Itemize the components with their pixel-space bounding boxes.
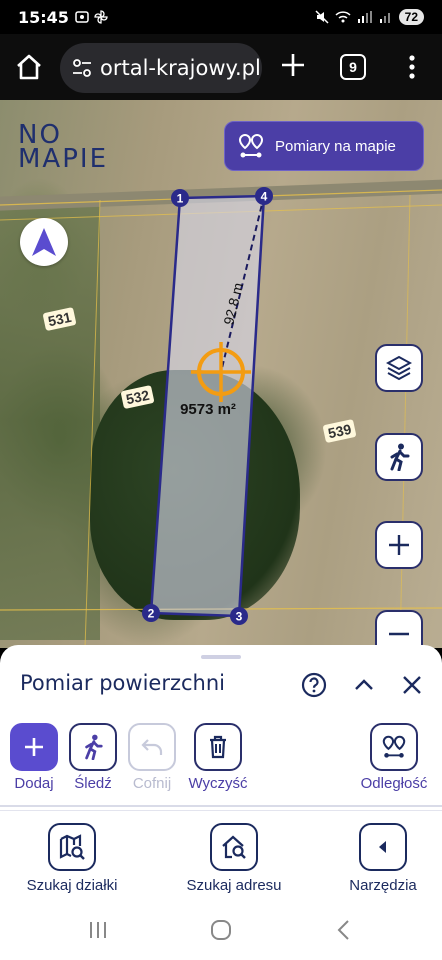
undo-button[interactable]: Cofnij <box>120 723 184 792</box>
vertex-4-label: 4 <box>261 190 268 204</box>
add-point-box[interactable] <box>10 723 58 771</box>
pinwheel-icon <box>94 10 108 24</box>
plus-icon <box>282 54 304 76</box>
measurements-button-label: Pomiary na mapie <box>275 137 396 155</box>
nav-search-address-box[interactable] <box>210 823 258 871</box>
help-icon <box>301 672 327 698</box>
nav-search-plot-box[interactable] <box>48 823 96 871</box>
collapse-button[interactable] <box>350 671 378 699</box>
vertex-1[interactable]: 1 <box>171 189 189 207</box>
nav-search-address[interactable]: Szukaj adresu <box>178 823 290 894</box>
triangle-left-icon <box>379 841 386 853</box>
distance-button[interactable]: Odległość <box>354 723 434 792</box>
nav-tools-box[interactable] <box>359 823 407 871</box>
app-logo: NO MAPIE <box>18 120 108 174</box>
address-bar[interactable]: ortal-krajowy.pl <box>60 43 262 93</box>
close-icon <box>403 676 421 694</box>
circle-home-icon <box>211 920 231 940</box>
chevron-up-icon <box>355 679 373 690</box>
bottom-navigation: Szukaj działki Szukaj adresu Narzędzia <box>0 810 442 900</box>
route-pins-icon <box>238 133 264 158</box>
help-button[interactable] <box>300 671 328 699</box>
logo-line-2: MAPIE <box>18 144 108 174</box>
add-point-button[interactable]: Dodaj <box>2 723 66 792</box>
undo-icon <box>141 739 163 755</box>
system-home-button[interactable] <box>209 918 233 942</box>
measurements-button[interactable]: Pomiary na mapie <box>224 121 424 171</box>
nav-tools[interactable]: Narzędzia <box>340 823 426 894</box>
distance-label-text: Odległość <box>360 775 428 792</box>
track-label: Śledź <box>74 775 112 792</box>
signal-icon <box>357 11 372 23</box>
zoom-in-button[interactable] <box>375 521 423 569</box>
track-button[interactable]: Śledź <box>61 723 125 792</box>
signal-2-icon <box>379 13 390 23</box>
area-label: 9573 m² <box>180 401 236 418</box>
add-point-label: Dodaj <box>14 775 54 792</box>
plus-icon <box>25 738 43 756</box>
url-text: ortal-krajowy.pl <box>100 56 261 80</box>
track-location-button[interactable] <box>375 433 423 481</box>
minus-icon <box>389 632 409 636</box>
zoom-out-button[interactable] <box>375 610 423 648</box>
nav-search-address-label: Szukaj adresu <box>186 877 282 894</box>
tab-switcher-button[interactable]: 9 <box>340 54 366 80</box>
home-search-icon <box>222 835 246 859</box>
recent-apps-button[interactable] <box>86 918 110 942</box>
recents-icon <box>90 922 106 938</box>
compass-button[interactable] <box>20 218 68 266</box>
vertex-1-label: 1 <box>177 192 184 206</box>
track-box[interactable] <box>69 723 117 771</box>
browser-menu-button[interactable] <box>400 52 424 82</box>
clock: 15:45 <box>18 7 69 27</box>
new-tab-button[interactable] <box>278 50 308 80</box>
nav-tools-label: Narzędzia <box>349 877 417 894</box>
system-navigation-bar <box>0 900 442 960</box>
vertex-2-label: 2 <box>148 607 155 621</box>
clear-button[interactable]: Wyczyść <box>186 723 250 792</box>
nav-search-plot-label: Szukaj działki <box>26 877 118 894</box>
browser-toolbar: ortal-krajowy.pl 9 <box>0 34 442 100</box>
map-search-icon <box>59 834 85 860</box>
sheet-title: Pomiar powierzchni <box>20 671 225 695</box>
distance-box[interactable] <box>370 723 418 771</box>
nav-search-plot[interactable]: Szukaj działki <box>18 823 126 894</box>
home-button[interactable] <box>14 52 46 84</box>
wifi-icon <box>335 11 351 23</box>
route-icon <box>382 735 406 758</box>
status-bar: 15:45 72 <box>0 0 442 34</box>
screenshot-icon <box>75 11 89 23</box>
navigation-arrow-icon <box>32 228 56 256</box>
trash-icon <box>210 735 226 759</box>
measurement-sheet: Pomiar powierzchni Dodaj Śledź Cofnij Wy… <box>0 645 442 810</box>
close-button[interactable] <box>398 671 426 699</box>
vertex-4[interactable]: 4 <box>255 187 273 205</box>
status-icons <box>75 10 108 24</box>
vertex-3[interactable]: 3 <box>230 607 248 625</box>
plus-icon <box>389 535 409 555</box>
battery-indicator: 72 <box>398 9 424 25</box>
undo-box[interactable] <box>128 723 176 771</box>
home-icon <box>17 54 41 80</box>
clear-label: Wyczyść <box>188 775 248 792</box>
site-settings-icon[interactable] <box>72 58 92 78</box>
sheet-divider <box>0 805 442 807</box>
vertex-2[interactable]: 2 <box>142 604 160 622</box>
back-chevron-icon <box>337 920 349 940</box>
walk-icon <box>390 443 410 471</box>
more-vert-icon <box>409 55 415 79</box>
clear-box[interactable] <box>194 723 242 771</box>
sheet-drag-handle[interactable] <box>201 655 241 659</box>
layers-button[interactable] <box>375 344 423 392</box>
back-button[interactable] <box>333 918 357 942</box>
mute-icon <box>315 10 329 24</box>
status-right: 72 <box>315 9 424 25</box>
layers-icon <box>386 355 412 381</box>
walk-icon <box>85 734 103 760</box>
map-view[interactable]: 1 4 2 3 92.8 m 9573 m² NO MAPIE Pomiary … <box>0 100 442 648</box>
vertex-3-label: 3 <box>236 610 243 624</box>
undo-label: Cofnij <box>132 775 172 792</box>
